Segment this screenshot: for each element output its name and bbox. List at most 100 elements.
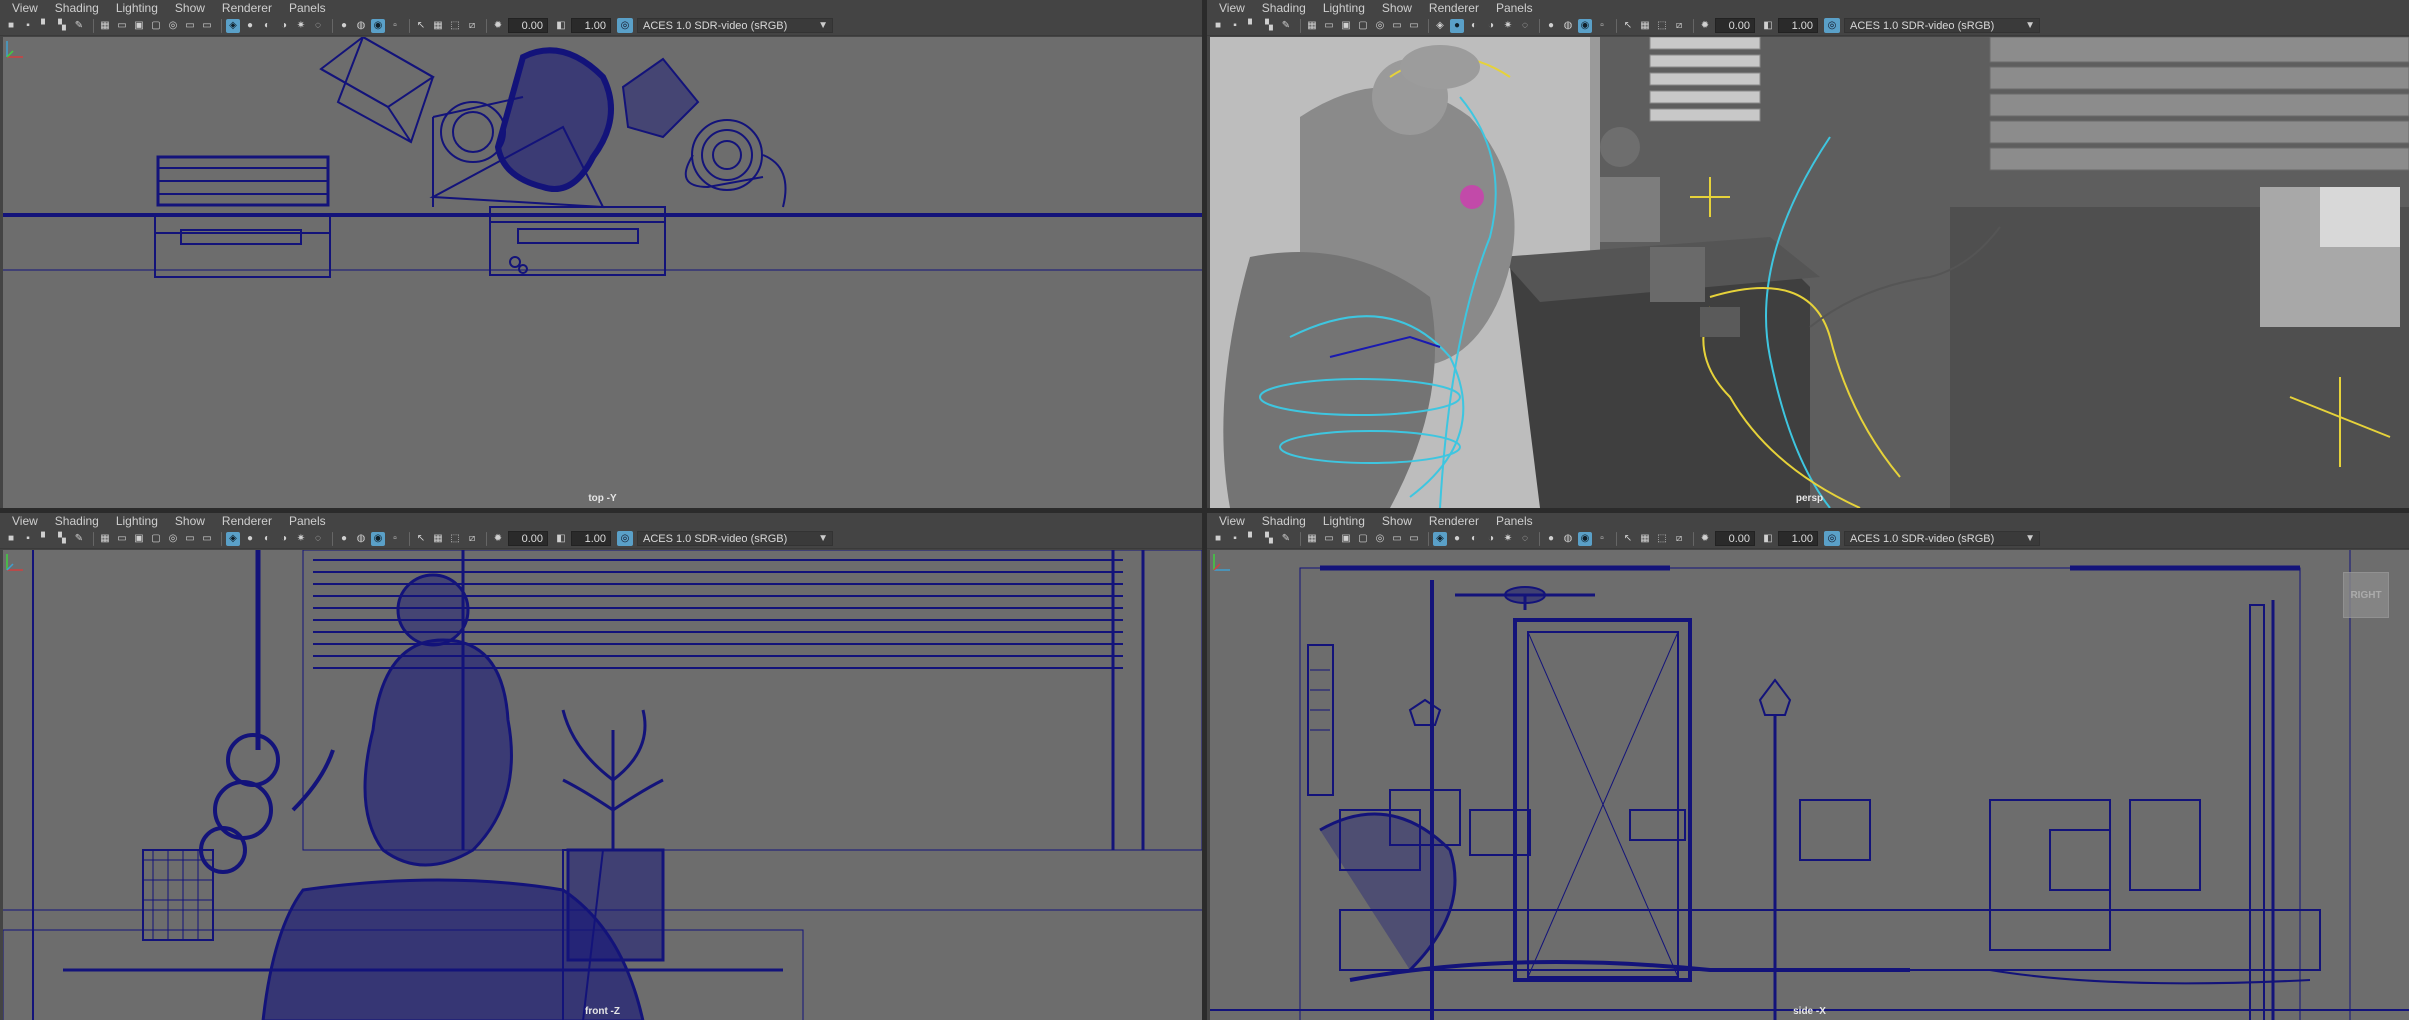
backface-icon[interactable]: ⧄ <box>1672 19 1686 33</box>
xray-icon[interactable]: ▫ <box>388 19 402 33</box>
menu-lighting[interactable]: Lighting <box>116 0 158 16</box>
smooth-shade-icon[interactable]: ● <box>243 19 257 33</box>
xray-icon[interactable]: ▫ <box>388 532 402 546</box>
grid-icon[interactable]: ▦ <box>98 19 112 33</box>
field-chart-icon[interactable]: ◎ <box>1373 19 1387 33</box>
viewport-panel-persp[interactable]: View Shading Lighting Show Renderer Pane… <box>1207 0 2409 508</box>
smooth-shade-icon[interactable]: ● <box>243 532 257 546</box>
gate-mask-icon[interactable]: ▢ <box>149 19 163 33</box>
gate-mask-icon[interactable]: ▢ <box>1356 532 1370 546</box>
bookmark-icon[interactable]: ▘ <box>1245 532 1259 546</box>
resolution-gate-icon[interactable]: ▣ <box>132 532 146 546</box>
component-xray-icon[interactable]: ⬚ <box>448 19 462 33</box>
lights-icon[interactable]: ✷ <box>294 532 308 546</box>
color-management-dropdown[interactable]: ACES 1.0 SDR-video (sRGB) ▼ <box>1844 18 2040 33</box>
component-xray-icon[interactable]: ⬚ <box>1655 19 1669 33</box>
image-plane-icon[interactable]: ▚ <box>1262 532 1276 546</box>
backface-icon[interactable]: ⧄ <box>465 532 479 546</box>
gamma-field[interactable] <box>1778 531 1818 546</box>
exposure-field[interactable] <box>1715 18 1755 33</box>
ambient-occlusion-icon[interactable]: ● <box>337 19 351 33</box>
grease-pencil-icon[interactable]: ✎ <box>1279 532 1293 546</box>
exposure-field[interactable] <box>508 18 548 33</box>
smooth-shade-icon[interactable]: ● <box>1450 532 1464 546</box>
textured-icon[interactable]: ◑ <box>277 532 291 546</box>
isolate-select-icon[interactable]: ◉ <box>371 531 385 546</box>
grid-icon[interactable]: ▦ <box>1305 532 1319 546</box>
default-material-icon[interactable]: ◐ <box>1467 532 1481 546</box>
camera-icon[interactable]: ■ <box>4 19 18 33</box>
ambient-occlusion-icon[interactable]: ● <box>1544 19 1558 33</box>
field-chart-icon[interactable]: ◎ <box>1373 532 1387 546</box>
bookmark-icon[interactable]: ▘ <box>1245 19 1259 33</box>
safe-title-icon[interactable]: ▭ <box>1407 532 1421 546</box>
shadows-icon[interactable]: ◌ <box>311 532 325 546</box>
default-material-icon[interactable]: ◐ <box>260 532 274 546</box>
exposure-icon[interactable]: ✹ <box>491 19 505 33</box>
color-management-icon[interactable]: ◎ <box>617 531 633 546</box>
gamma-icon[interactable]: ◧ <box>554 532 568 546</box>
textured-icon[interactable]: ◑ <box>1484 532 1498 546</box>
safe-title-icon[interactable]: ▭ <box>200 19 214 33</box>
menu-panels[interactable]: Panels <box>1496 513 1533 529</box>
camera-attributes-icon[interactable]: ▪ <box>21 19 35 33</box>
viewport-canvas-top[interactable]: top -Y <box>3 37 1202 508</box>
menu-lighting[interactable]: Lighting <box>1323 513 1365 529</box>
backface-icon[interactable]: ⧄ <box>1672 532 1686 546</box>
menu-show[interactable]: Show <box>1382 0 1412 16</box>
film-gate-icon[interactable]: ▭ <box>1322 532 1336 546</box>
gamma-icon[interactable]: ◧ <box>1761 19 1775 33</box>
isolate-select-icon[interactable]: ◉ <box>371 18 385 33</box>
default-material-icon[interactable]: ◐ <box>260 19 274 33</box>
shadows-icon[interactable]: ◌ <box>1518 19 1532 33</box>
menu-lighting[interactable]: Lighting <box>116 513 158 529</box>
camera-icon[interactable]: ■ <box>4 532 18 546</box>
grid-icon[interactable]: ▦ <box>1305 19 1319 33</box>
exposure-field[interactable] <box>1715 531 1755 546</box>
exposure-field[interactable] <box>508 531 548 546</box>
wireframe-icon[interactable]: ◈ <box>1433 19 1447 33</box>
xray-icon[interactable]: ▫ <box>1595 532 1609 546</box>
backface-icon[interactable]: ⧄ <box>465 19 479 33</box>
viewport-canvas-front[interactable]: front -Z <box>3 550 1202 1020</box>
gate-mask-icon[interactable]: ▢ <box>1356 19 1370 33</box>
motion-blur-icon[interactable]: ◍ <box>1561 532 1575 546</box>
menu-shading[interactable]: Shading <box>1262 0 1306 16</box>
camera-icon[interactable]: ■ <box>1211 532 1225 546</box>
menu-show[interactable]: Show <box>175 513 205 529</box>
film-gate-icon[interactable]: ▭ <box>115 532 129 546</box>
menu-shading[interactable]: Shading <box>55 0 99 16</box>
film-gate-icon[interactable]: ▭ <box>1322 19 1336 33</box>
gamma-field[interactable] <box>1778 18 1818 33</box>
shadows-icon[interactable]: ◌ <box>1518 532 1532 546</box>
gamma-icon[interactable]: ◧ <box>554 19 568 33</box>
shadows-icon[interactable]: ◌ <box>311 19 325 33</box>
grease-pencil-icon[interactable]: ✎ <box>1279 19 1293 33</box>
select-icon[interactable]: ↖ <box>1621 19 1635 33</box>
menu-renderer[interactable]: Renderer <box>1429 0 1479 16</box>
field-chart-icon[interactable]: ◎ <box>166 19 180 33</box>
wireframe-icon[interactable]: ◈ <box>1433 531 1447 546</box>
safe-action-icon[interactable]: ▭ <box>183 19 197 33</box>
smooth-shade-icon[interactable]: ● <box>1450 18 1464 33</box>
menu-shading[interactable]: Shading <box>55 513 99 529</box>
select-icon[interactable]: ↖ <box>414 532 428 546</box>
film-gate-icon[interactable]: ▭ <box>115 19 129 33</box>
menu-view[interactable]: View <box>1219 513 1245 529</box>
component-xray-icon[interactable]: ⬚ <box>448 532 462 546</box>
motion-blur-icon[interactable]: ◍ <box>354 19 368 33</box>
viewport-panel-top[interactable]: View Shading Lighting Show Renderer Pane… <box>0 0 1202 508</box>
grease-pencil-icon[interactable]: ✎ <box>72 19 86 33</box>
safe-title-icon[interactable]: ▭ <box>200 532 214 546</box>
resolution-gate-icon[interactable]: ▣ <box>132 19 146 33</box>
menu-renderer[interactable]: Renderer <box>1429 513 1479 529</box>
component-xray-icon[interactable]: ⬚ <box>1655 532 1669 546</box>
safe-title-icon[interactable]: ▭ <box>1407 19 1421 33</box>
isolate-select-icon[interactable]: ◉ <box>1578 18 1592 33</box>
viewport-panel-side[interactable]: View Shading Lighting Show Renderer Pane… <box>1207 513 2409 1020</box>
exposure-icon[interactable]: ✹ <box>491 532 505 546</box>
joint-xray-icon[interactable]: ▦ <box>1638 19 1652 33</box>
camera-icon[interactable]: ■ <box>1211 19 1225 33</box>
grid-icon[interactable]: ▦ <box>98 532 112 546</box>
resolution-gate-icon[interactable]: ▣ <box>1339 532 1353 546</box>
